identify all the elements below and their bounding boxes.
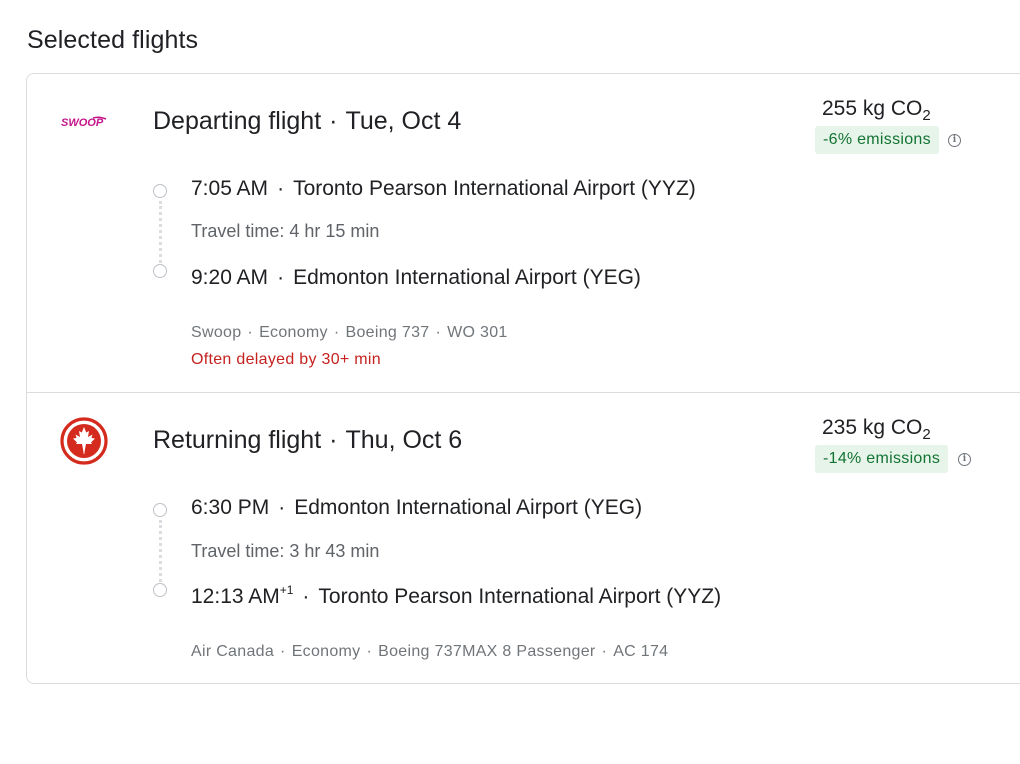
departure-airport: Toronto Pearson International Airport (Y… [293,177,696,200]
svg-text:SWOOP: SWOOP [61,117,104,129]
departure-timeline-circle-icon [153,184,167,198]
arrival-time: 12:13 AM [191,585,280,608]
arrival-time: 9:20 AM [191,266,269,289]
arrival-stop: 12:13 AM+1 · Toronto Pearson International… [191,583,722,608]
arrival-timeline-circle-icon [153,264,167,278]
departure-timeline-circle-icon [153,503,167,517]
flight-number: AC 174 [613,643,669,660]
flight-date: Tue, Oct 4 [345,107,462,135]
arrival-airport: Toronto Pearson International Airport (Y… [318,585,722,608]
info-icon[interactable]: i [948,134,961,147]
departure-time: 6:30 PM [191,496,270,519]
section-divider [27,392,1020,393]
arrival-timeline-circle-icon [153,583,167,597]
emissions-badge: -14% emissions [815,445,949,473]
departing-flight-title: Departing flight · Tue, Oct 4 [153,107,462,135]
airline-name: Air Canada [191,643,275,660]
air-canada-logo-icon [60,417,108,465]
flight-direction-label: Departing flight [153,107,322,135]
arrival-airport: Edmonton International Airport (YEG) [293,266,641,289]
flight-date: Thu, Oct 6 [345,426,463,454]
co2-amount: 255 kg CO2 [822,97,931,124]
cabin-class: Economy [291,643,361,660]
aircraft-type: Boeing 737 [345,324,430,341]
timeline-dotted-line [159,520,165,582]
emissions-badge: -6% emissions [815,126,939,154]
flight-details: Air Canada · Economy · Boeing 737MAX 8 Passe… [191,643,669,660]
airline-name: Swoop [191,324,242,341]
flight-number: WO 301 [447,324,508,341]
departure-time: 7:05 AM [191,177,269,200]
info-icon[interactable]: i [958,453,971,466]
travel-time: Travel time: 4 hr 15 min [191,221,380,241]
timeline-dotted-line [159,201,165,263]
departure-airport: Edmonton International Airport (YEG) [294,496,643,519]
page-title: Selected flights [27,26,199,54]
returning-flight-title: Returning flight · Thu, Oct 6 [153,426,463,454]
flight-direction-label: Returning flight [153,426,322,454]
departure-stop: 6:30 PM · Edmonton International Airport (… [191,496,643,519]
departure-stop: 7:05 AM · Toronto Pearson International Ai… [191,177,696,200]
selected-flights-card: SWOOP Departing flight · Tue, Oct 4 255 kg… [26,73,1020,684]
next-day-indicator: +1 [279,583,294,597]
co2-amount: 235 kg CO2 [822,416,931,443]
arrival-stop: 9:20 AM · Edmonton International Airport (… [191,266,641,289]
travel-time: Travel time: 3 hr 43 min [191,541,380,561]
flight-details: Swoop · Economy · Boeing 737 · WO 301 [191,324,508,341]
cabin-class: Economy [259,324,328,341]
delay-warning: Often delayed by 30+ min [191,351,381,368]
aircraft-type: Boeing 737MAX 8 Passenger [378,643,596,660]
swoop-logo-icon: SWOOP [61,116,107,129]
